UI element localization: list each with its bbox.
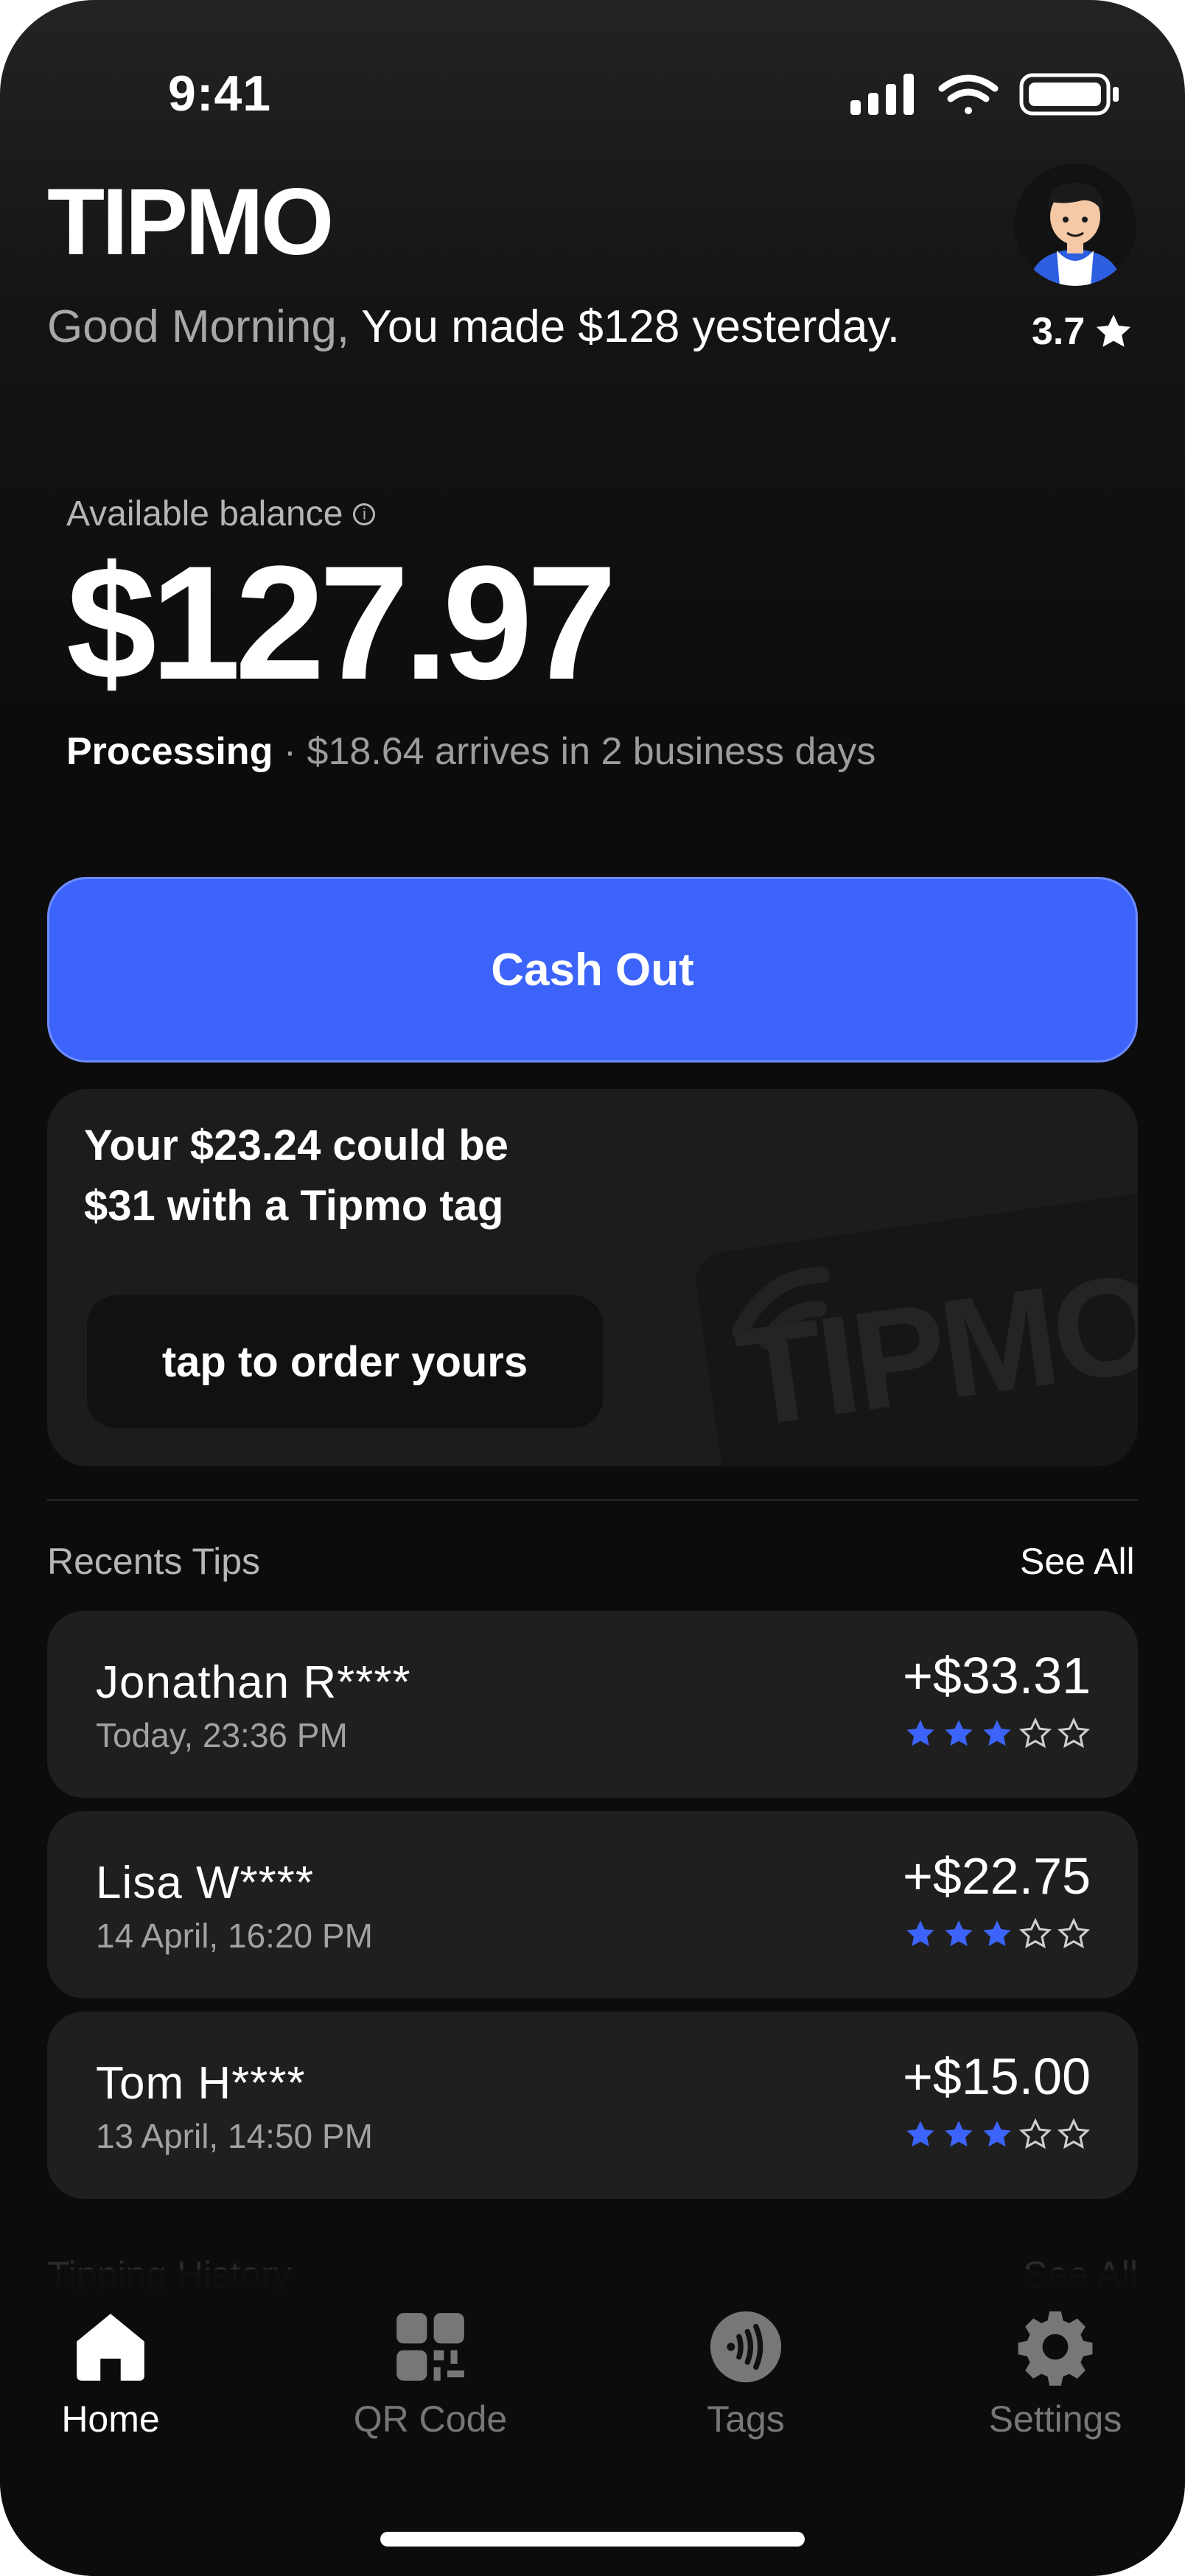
gear-icon: [1018, 2311, 1093, 2386]
tab-label: QR Code: [353, 2398, 508, 2440]
phone-screen: 9:41 TIPMO Good Morning, You made $128 y…: [0, 0, 1185, 2576]
tip-amount: +$22.75: [903, 1847, 1091, 1905]
greeting-text: Good Morning, You made $128 yesterday.: [47, 301, 900, 353]
balance-label-text: Available balance: [66, 494, 343, 533]
section-divider: [47, 1499, 1138, 1501]
tip-rating-stars: [903, 1917, 1091, 1951]
recents-title: Recents Tips: [47, 1541, 261, 1582]
star-filled-icon: [983, 1920, 1011, 1947]
avatar-illustration: [1029, 183, 1122, 286]
greeting-earnings: You made $128 yesterday.: [349, 301, 900, 352]
tip-row[interactable]: Jonathan R**** Today, 23:36 PM +$33.31: [47, 1611, 1138, 1798]
tip-amount: +$33.31: [903, 1647, 1091, 1704]
promo-line-2: $31 with a Tipmo tag: [84, 1182, 504, 1230]
balance-amount: $127.97: [66, 532, 617, 713]
tip-date: Today, 23:36 PM: [96, 1716, 348, 1754]
qr-code-icon: [396, 2313, 464, 2381]
star-filled-icon: [945, 1720, 973, 1746]
balance-label: Available balance i: [66, 494, 376, 534]
star-filled-icon: [945, 2121, 973, 2147]
cash-out-button[interactable]: Cash Out: [47, 877, 1138, 1063]
tab-label: Home: [61, 2398, 160, 2440]
star-filled-icon: [983, 1720, 1011, 1746]
star-icon: [1097, 315, 1131, 347]
processing-status: Processing · $18.64 arrives in 2 busines…: [66, 729, 875, 774]
tab-tags[interactable]: Tags: [635, 2306, 856, 2440]
home-icon: [77, 2314, 144, 2381]
star-filled-icon: [983, 2121, 1011, 2147]
brand-logo: TIPMO: [47, 169, 334, 275]
tip-date: 13 April, 14:50 PM: [96, 2117, 373, 2155]
battery-icon: [1019, 73, 1119, 116]
star-empty-icon: [1057, 1917, 1091, 1949]
tip-amount: +$15.00: [903, 2048, 1091, 2105]
tipper-name: Lisa W****: [96, 1858, 314, 1908]
wifi-icon: [938, 74, 999, 114]
tab-label: Tags: [707, 2398, 785, 2440]
tab-label: Settings: [988, 2398, 1122, 2440]
processing-detail: · $18.64 arrives in 2 business days: [273, 730, 876, 773]
rating: 3.7: [1032, 309, 1133, 354]
status-time: 9:41: [168, 66, 272, 122]
tip-rating-stars: [903, 1717, 1091, 1751]
tip-row[interactable]: Lisa W**** 14 April, 16:20 PM +$22.75: [47, 1811, 1138, 1998]
tipper-name: Jonathan R****: [96, 1657, 411, 1708]
star-empty-icon: [1057, 2118, 1091, 2149]
tip-row[interactable]: Tom H**** 13 April, 14:50 PM +$15.00: [47, 2012, 1138, 2199]
tab-home[interactable]: Home: [0, 2306, 221, 2440]
info-icon[interactable]: i: [353, 503, 376, 525]
tab-settings[interactable]: Settings: [945, 2306, 1166, 2440]
home-indicator: [380, 2532, 805, 2547]
tip-rating-stars: [903, 2118, 1091, 2152]
star-filled-icon: [906, 2121, 934, 2147]
rating-value: 3.7: [1032, 310, 1086, 353]
tipper-name: Tom H****: [96, 2058, 306, 2109]
promo-message: Your $23.24 could be $31 with a Tipmo ta…: [84, 1116, 747, 1236]
processing-label: Processing: [66, 730, 273, 773]
status-icons: [850, 73, 1119, 116]
star-empty-icon: [1018, 1717, 1052, 1749]
avatar[interactable]: [1014, 164, 1136, 286]
star-empty-icon: [1018, 1917, 1052, 1949]
star-empty-icon: [1018, 2118, 1052, 2149]
tag-promo-card[interactable]: TIPMO Your $23.24 could be $31 with a Ti…: [47, 1089, 1138, 1466]
nfc-tag-icon: [710, 2311, 782, 2383]
order-tag-button[interactable]: tap to order yours: [87, 1295, 603, 1428]
tab-qr-code[interactable]: QR Code: [320, 2306, 541, 2440]
promo-line-1: Your $23.24 could be: [84, 1121, 508, 1169]
cellular-signal-icon: [850, 74, 914, 115]
star-filled-icon: [906, 1720, 934, 1746]
see-all-recents-link[interactable]: See All: [1020, 1540, 1135, 1583]
star-empty-icon: [1057, 1717, 1091, 1749]
greeting-salutation: Good Morning,: [47, 301, 350, 352]
star-filled-icon: [906, 1920, 934, 1947]
star-filled-icon: [945, 1920, 973, 1947]
tip-date: 14 April, 16:20 PM: [96, 1917, 373, 1955]
